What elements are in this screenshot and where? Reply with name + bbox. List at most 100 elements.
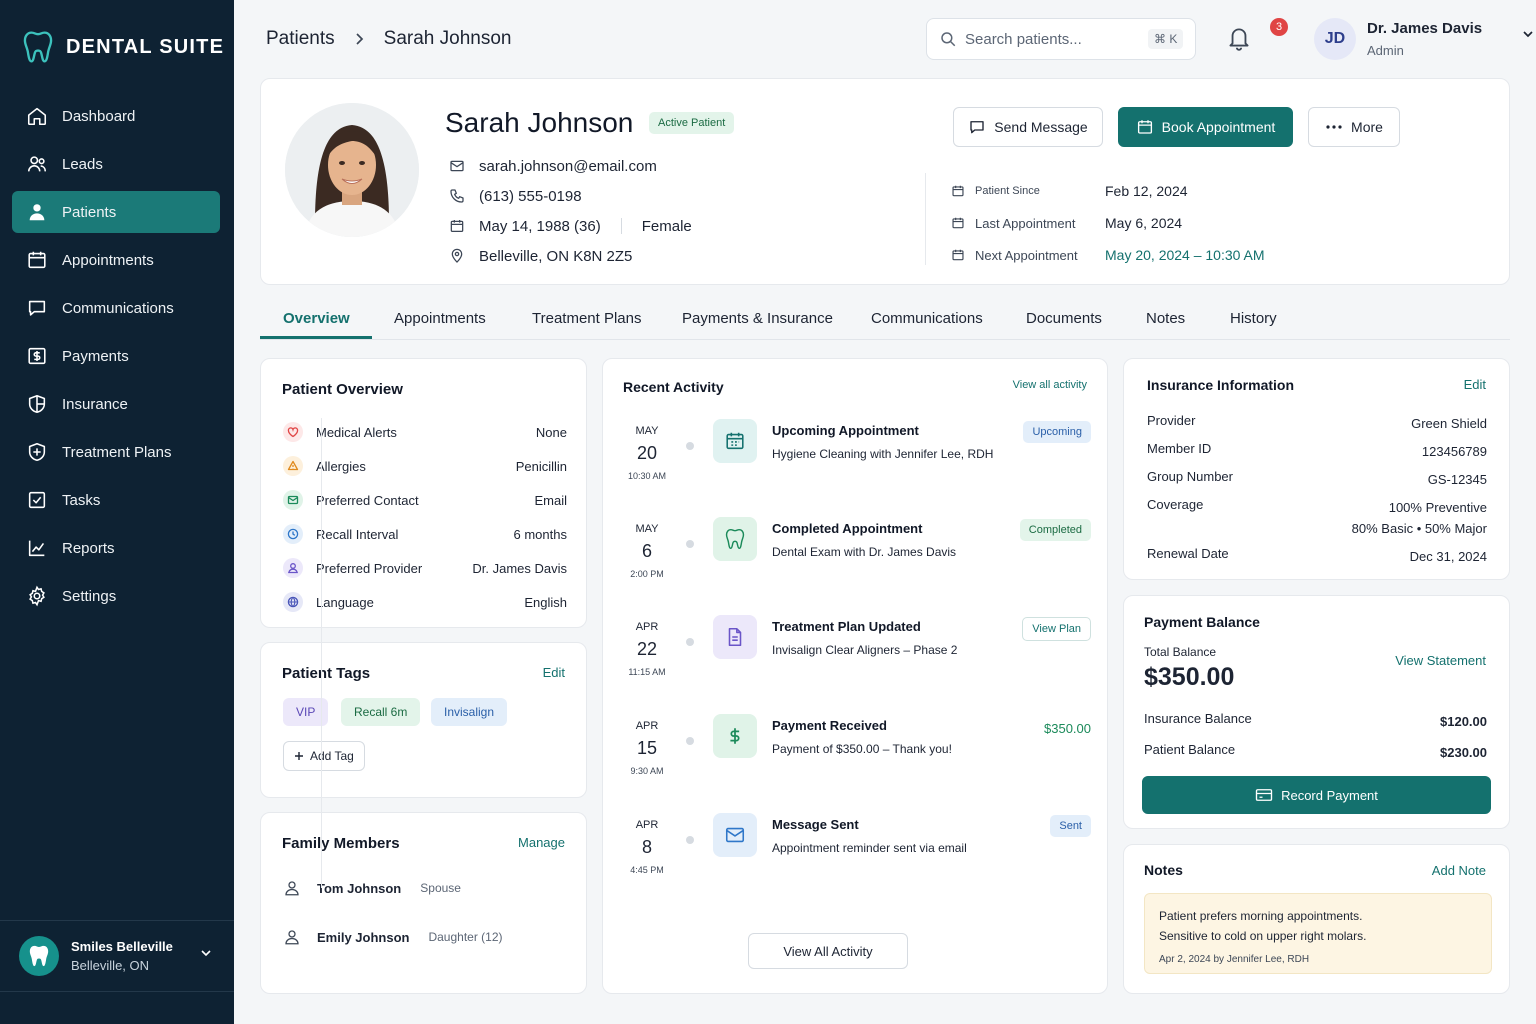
activity-title: Treatment Plan Updated xyxy=(772,619,921,634)
insurance-balance-label: Insurance Balance xyxy=(1144,711,1252,726)
tag-invisalign[interactable]: Invisalign xyxy=(431,698,508,726)
patient-email[interactable]: sarah.johnson@email.com xyxy=(479,158,657,175)
main-content: Patients Sarah Johnson ⌘ K 3 JD Dr. Jame… xyxy=(234,0,1536,1024)
tag-recall[interactable]: Recall 6m xyxy=(341,698,421,726)
last-appointment-row: Last Appointment May 6, 2024 xyxy=(951,207,1265,239)
sidebar: DENTAL SUITE Dashboard Leads Patients Ap… xyxy=(0,0,234,1024)
tooth-logo-icon xyxy=(22,30,54,64)
view-all-activity-button[interactable]: View All Activity xyxy=(748,933,908,969)
activity-title: Payment Received xyxy=(772,718,887,733)
add-note-link[interactable]: Add Note xyxy=(1432,863,1486,878)
mail-icon xyxy=(713,813,757,857)
activity-item[interactable]: APR 8 4:45 PM Message Sent Appointment r… xyxy=(623,813,1091,909)
insurance-value: Dec 31, 2024 xyxy=(1409,549,1487,564)
sidebar-item-reports[interactable]: Reports xyxy=(12,527,220,569)
view-all-activity-link[interactable]: View all activity xyxy=(1013,379,1087,391)
more-button[interactable]: More xyxy=(1308,107,1400,147)
activity-day: 15 xyxy=(636,738,658,758)
sidebar-item-patients[interactable]: Patients xyxy=(12,191,220,233)
divider xyxy=(620,218,622,234)
activity-item[interactable]: MAY 20 10:30 AM Upcoming Appointment Hyg… xyxy=(623,419,1091,515)
add-tag-button[interactable]: Add Tag xyxy=(283,741,365,771)
tab-treatment-plans[interactable]: Treatment Plans xyxy=(532,310,642,327)
patient-photo xyxy=(285,103,419,237)
user-avatar[interactable]: JD xyxy=(1314,18,1356,60)
chart-icon xyxy=(26,537,48,559)
book-appointment-button[interactable]: Book Appointment xyxy=(1118,107,1293,147)
tab-documents[interactable]: Documents xyxy=(1026,310,1102,327)
sidebar-item-payments[interactable]: Payments xyxy=(12,335,220,377)
bell-icon[interactable] xyxy=(1226,24,1254,52)
tab-payments-insurance[interactable]: Payments & Insurance xyxy=(682,310,833,327)
view-plan-button[interactable]: View Plan xyxy=(1022,617,1091,641)
manage-family-link[interactable]: Manage xyxy=(518,835,565,850)
note-item[interactable]: Patient prefers morning appointments. Se… xyxy=(1144,893,1492,974)
view-statement-link[interactable]: View Statement xyxy=(1395,653,1486,668)
chevron-down-icon[interactable] xyxy=(1522,30,1534,38)
insurance-label: Member ID xyxy=(1147,441,1212,456)
family-member-row[interactable]: Tom Johnson Spouse xyxy=(283,879,461,897)
send-message-button[interactable]: Send Message xyxy=(953,107,1103,147)
calendar-icon xyxy=(449,218,465,234)
activity-title: Completed Appointment xyxy=(772,521,923,536)
shield-icon xyxy=(26,393,48,415)
email-row: sarah.johnson@email.com xyxy=(449,151,692,181)
breadcrumb-patients-link[interactable]: Patients xyxy=(266,28,335,50)
warning-icon xyxy=(283,456,305,476)
record-payment-button[interactable]: Record Payment xyxy=(1142,776,1491,814)
chevron-down-icon xyxy=(200,949,212,957)
activity-month: APR xyxy=(635,720,659,732)
next-appointment-link[interactable]: May 20, 2024 – 10:30 AM xyxy=(1105,247,1265,263)
sidebar-item-tasks[interactable]: Tasks xyxy=(12,479,220,521)
activity-item[interactable]: MAY 6 2:00 PM Completed Appointment Dent… xyxy=(623,517,1091,613)
user-name: Dr. James Davis xyxy=(1367,20,1483,37)
overview-value: Penicillin xyxy=(515,458,567,474)
activity-time: 9:30 AM xyxy=(630,766,664,776)
date-label: Next Appointment xyxy=(975,247,1078,263)
person-icon xyxy=(283,879,317,897)
family-member-row[interactable]: Emily Johnson Daughter (12) xyxy=(283,928,503,946)
user-menu[interactable]: Dr. James Davis Admin xyxy=(1367,20,1482,58)
sidebar-item-treatment-plans[interactable]: Treatment Plans xyxy=(12,431,220,473)
user-role: Admin xyxy=(1367,43,1404,58)
sidebar-item-dashboard[interactable]: Dashboard xyxy=(12,95,220,137)
clinic-switcher[interactable]: Smiles Belleville Belleville, ON xyxy=(0,920,234,992)
tab-overview[interactable]: Overview xyxy=(283,310,350,327)
edit-tags-link[interactable]: Edit xyxy=(543,665,565,680)
activity-title: Upcoming Appointment xyxy=(772,423,919,438)
activity-time: 4:45 PM xyxy=(630,865,664,875)
total-balance-value: $350.00 xyxy=(1144,663,1235,691)
sidebar-item-appointments[interactable]: Appointments xyxy=(12,239,220,281)
sidebar-item-communications[interactable]: Communications xyxy=(12,287,220,329)
credit-card-icon xyxy=(1255,787,1273,803)
activity-description: Hygiene Cleaning with Jennifer Lee, RDH xyxy=(772,447,994,461)
activity-item[interactable]: APR 22 11:15 AM Treatment Plan Updated I… xyxy=(623,615,1091,711)
mail-icon xyxy=(283,490,305,510)
status-badge: Sent xyxy=(1050,815,1091,837)
app-logo[interactable]: DENTAL SUITE xyxy=(22,30,224,64)
sidebar-item-leads[interactable]: Leads xyxy=(12,143,220,185)
sidebar-item-settings[interactable]: Settings xyxy=(12,575,220,617)
overview-value: 6 months xyxy=(513,526,567,542)
person-icon xyxy=(283,558,305,578)
insurance-row-provider: Provider Green Shield xyxy=(1147,413,1487,434)
tab-notes[interactable]: Notes xyxy=(1146,310,1185,327)
gear-icon xyxy=(26,585,48,607)
overview-row-preferred-provider: Preferred Provider Dr. James Davis xyxy=(283,551,567,585)
card-title: Notes xyxy=(1144,862,1183,878)
activity-item[interactable]: APR 15 9:30 AM Payment Received Payment … xyxy=(623,714,1091,810)
note-meta: Apr 2, 2024 by Jennifer Lee, RDH xyxy=(1159,954,1310,965)
search-input[interactable] xyxy=(965,30,1140,48)
activity-description: Appointment reminder sent via email xyxy=(772,841,967,855)
calendar-icon xyxy=(26,249,48,271)
tab-appointments[interactable]: Appointments xyxy=(394,310,486,327)
edit-insurance-link[interactable]: Edit xyxy=(1464,377,1486,392)
calendar-icon xyxy=(951,184,975,198)
more-label: More xyxy=(1351,119,1383,135)
insurance-row-coverage: Coverage 100% Preventive 80% Basic • 50%… xyxy=(1147,497,1487,539)
sidebar-item-insurance[interactable]: Insurance xyxy=(12,383,220,425)
patient-phone[interactable]: (613) 555-0198 xyxy=(479,188,582,205)
tab-communications[interactable]: Communications xyxy=(871,310,983,327)
tab-history[interactable]: History xyxy=(1230,310,1277,327)
activity-day: 22 xyxy=(636,639,658,659)
